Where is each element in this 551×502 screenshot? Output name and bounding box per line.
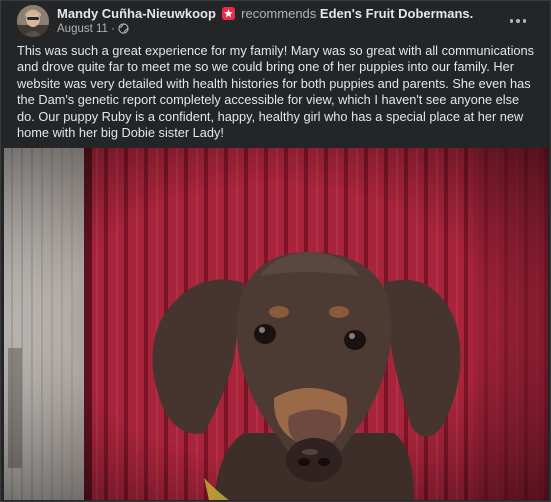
recommendation-badge-icon — [221, 7, 235, 20]
dog-photo-illustration — [4, 148, 548, 500]
post-date[interactable]: August 11 — [57, 23, 108, 35]
more-dot — [509, 19, 514, 23]
more-dot — [516, 19, 520, 23]
avatar-image — [17, 5, 49, 37]
post-meta: August 11 · — [57, 23, 129, 37]
post-header: Mandy Cuñha-Nieuwkoop recommends Eden's … — [17, 5, 538, 41]
meta-separator: · — [110, 23, 115, 35]
globe-icon[interactable] — [118, 23, 129, 37]
page-name-link[interactable]: Eden's Fruit Dobermans. — [320, 6, 473, 21]
post-attribution: Mandy Cuñha-Nieuwkoop recommends Eden's … — [57, 6, 473, 22]
review-post-card: Mandy Cuñha-Nieuwkoop recommends Eden's … — [0, 0, 551, 502]
post-text: This was such a great experience for my … — [17, 43, 535, 141]
more-options-icon[interactable] — [504, 9, 532, 33]
post-photo-dog[interactable] — [4, 148, 548, 500]
recommends-label: recommends — [241, 6, 317, 21]
author-name[interactable]: Mandy Cuñha-Nieuwkoop — [57, 6, 216, 21]
author-avatar[interactable] — [17, 5, 49, 37]
more-dot — [522, 19, 527, 23]
